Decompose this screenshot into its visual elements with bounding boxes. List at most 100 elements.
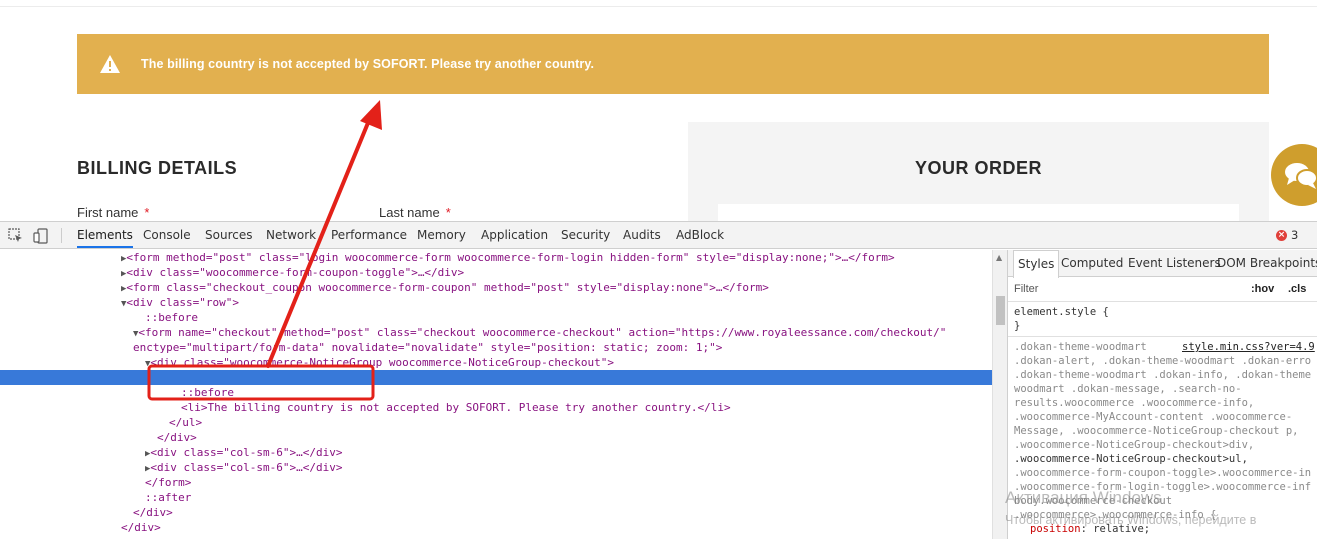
dom-node-line-selected[interactable]: ••• ▼<ul class="woocommerce-error" role="… (0, 370, 992, 399)
css-rule-selector[interactable]: .dokan-theme-woodmart .dokan-info, .doka… (1014, 368, 1311, 382)
dom-node-text: <form method="post" class="login woocomm… (126, 251, 895, 264)
devtools-tabbar: Elements Console Sources Network Perform… (0, 222, 1317, 249)
tab-styles[interactable]: Styles (1013, 250, 1060, 278)
dom-node-line[interactable]: ▼<div class="woocommerce-NoticeGroup woo… (145, 355, 992, 370)
last-name-label-text: Last name (379, 205, 440, 220)
dom-node-text: <div class="woocommerce-form-coupon-togg… (126, 266, 465, 279)
tab-console[interactable]: Console (143, 222, 191, 248)
pseudo-element: ::before (181, 386, 234, 399)
dom-node-line[interactable]: <li>The billing country is not accepted … (181, 400, 992, 415)
scroll-up-arrow-icon[interactable]: ▲ (996, 253, 1002, 262)
tab-dom-breakpoints[interactable]: DOM Breakpoints (1217, 250, 1317, 277)
dom-node-text: <div class="col-sm-6">…</div> (150, 461, 343, 474)
dom-node-text: enctype="multipart/form-data" novalidate… (133, 341, 723, 354)
device-toolbar-icon[interactable] (33, 228, 49, 244)
warning-icon (100, 55, 120, 73)
dom-node-line[interactable]: ::before (181, 385, 992, 400)
first-name-label-text: First name (77, 205, 139, 220)
stylesheet-source-link[interactable]: style.min.css?ver=4.9 (1182, 340, 1315, 354)
dom-node-line[interactable]: ▶<div class="col-sm-6">…</div> (145, 445, 992, 460)
styles-filter-row: Filter :hov .cls (1008, 278, 1317, 302)
dom-node-line[interactable]: ::before (145, 310, 992, 325)
dom-node-text: <form class="checkout_coupon woocommerce… (126, 281, 769, 294)
pseudo-element: ::after (145, 491, 192, 504)
css-rule-close: } (1014, 320, 1021, 332)
tab-adblock[interactable]: AdBlock (676, 222, 724, 248)
first-name-label: First name * (77, 205, 149, 220)
windows-activation-watermark-title: Активация Windows (1005, 488, 1162, 507)
dom-node-text: <div class="col-sm-6">…</div> (150, 446, 343, 459)
dom-node-text: </div> (121, 521, 161, 534)
elements-dom-tree: ▶<form method="post" class="login woocom… (0, 250, 992, 539)
styles-sidebar-tabs: Styles Computed Event Listeners DOM Brea… (1008, 250, 1317, 278)
dom-node-line[interactable]: enctype="multipart/form-data" novalidate… (133, 340, 992, 355)
dom-node-line[interactable]: ::after (145, 490, 992, 505)
dom-node-line[interactable]: ▼<div class="row"> (121, 295, 992, 310)
windows-activation-watermark-text: Чтобы активировать Windows, перейдите в (1005, 513, 1257, 527)
inspect-element-icon[interactable] (8, 228, 24, 244)
error-count: 3 (1291, 228, 1299, 242)
page-top-rule (0, 6, 1317, 7)
css-rule-selector[interactable]: .dokan-alert, .dokan-theme-woodmart .dok… (1014, 354, 1311, 368)
selector-text: .dokan-theme-woodmart (1014, 341, 1147, 353)
tab-memory[interactable]: Memory (417, 222, 466, 248)
billing-details-heading: BILLING DETAILS (77, 158, 238, 178)
tab-network[interactable]: Network (266, 222, 316, 248)
css-rule-selector-matched[interactable]: .woocommerce-NoticeGroup-checkout>ul, (1014, 452, 1248, 466)
tab-computed[interactable]: Computed (1061, 250, 1123, 277)
tab-elements[interactable]: Elements (77, 222, 133, 248)
dom-node-line[interactable]: ▶<div class="col-sm-6">…</div> (145, 460, 992, 475)
dom-node-line[interactable]: </div> (121, 520, 992, 535)
last-name-label: Last name * (379, 205, 451, 220)
arrow-head-annotation (360, 100, 382, 130)
tab-audits[interactable]: Audits (623, 222, 661, 248)
toolbar-separator (61, 228, 62, 243)
css-rule-selector[interactable]: .woocommerce-form-coupon-toggle>.woocomm… (1014, 466, 1311, 480)
dom-node-text: <li>The billing country is not accepted … (181, 401, 731, 414)
css-rule-selector[interactable]: woodmart .dokan-message, .search-no- (1014, 382, 1242, 396)
css-rule-selector[interactable]: .woocommerce-NoticeGroup-checkout>div, (1014, 438, 1254, 452)
dom-node-line[interactable]: </ul> (169, 415, 992, 430)
more-actions-icon[interactable]: ••• (0, 385, 20, 400)
dom-node-text: <div class="row"> (126, 296, 240, 309)
dom-node-line[interactable]: </div> (133, 505, 992, 520)
tab-sources[interactable]: Sources (205, 222, 252, 248)
styles-filter-input[interactable]: Filter (1014, 283, 1038, 295)
dom-node-text: </div> (133, 506, 173, 519)
css-rule-selector[interactable]: results.woocommerce .woocommerce-info, (1014, 396, 1254, 410)
css-rule-selector[interactable]: .woocommerce-MyAccount-content .woocomme… (1014, 410, 1292, 424)
dom-node-line[interactable]: </div> (157, 430, 992, 445)
dom-node-line[interactable]: ▶<form method="post" class="login woocom… (121, 250, 992, 265)
notice-message: The billing country is not accepted by S… (141, 57, 595, 71)
css-rule-selector[interactable]: element.style { (1014, 305, 1109, 319)
dom-node-text: <div class="woocommerce-NoticeGroup wooc… (150, 356, 615, 369)
scrollbar-thumb[interactable] (996, 296, 1005, 325)
dom-node-text: <form name="checkout" method="post" clas… (138, 326, 947, 339)
chat-launcher-button[interactable] (1271, 144, 1317, 206)
order-box-zigzag (688, 118, 1269, 124)
class-toggle[interactable]: .cls (1288, 283, 1306, 295)
tab-event-listeners[interactable]: Event Listeners (1128, 250, 1221, 277)
tab-application[interactable]: Application (481, 222, 548, 248)
required-mark: * (144, 205, 150, 220)
order-table-area (718, 204, 1239, 222)
error-counter[interactable]: × 3 (1276, 228, 1298, 242)
css-rule-selector[interactable]: Message, .woocommerce-NoticeGroup-checko… (1014, 424, 1298, 438)
pseudo-element: ::before (145, 311, 198, 324)
dom-node-line[interactable]: ▶<div class="woocommerce-form-coupon-tog… (121, 265, 992, 280)
dom-node-line[interactable]: </form> (145, 475, 992, 490)
error-notice-banner: The billing country is not accepted by S… (77, 34, 1269, 94)
tab-performance[interactable]: Performance (331, 222, 407, 248)
css-rule-selector[interactable]: .dokan-theme-woodmart style.min.css?ver=4… (1014, 340, 1315, 354)
hover-state-toggle[interactable]: :hov (1251, 283, 1274, 295)
dom-node-line[interactable]: ▶<form class="checkout_coupon woocommerc… (121, 280, 992, 295)
your-order-heading: YOUR ORDER (914, 158, 1042, 178)
error-icon: × (1276, 229, 1287, 241)
dom-node-text: </div> (157, 431, 197, 444)
dom-node-text: </ul> (169, 416, 203, 429)
dom-node-line[interactable]: ▼<form name="checkout" method="post" cla… (133, 325, 992, 340)
chat-bubbles-icon (1285, 163, 1317, 189)
rule-divider (1008, 336, 1317, 337)
tab-security[interactable]: Security (561, 222, 610, 248)
required-mark: * (445, 205, 451, 220)
